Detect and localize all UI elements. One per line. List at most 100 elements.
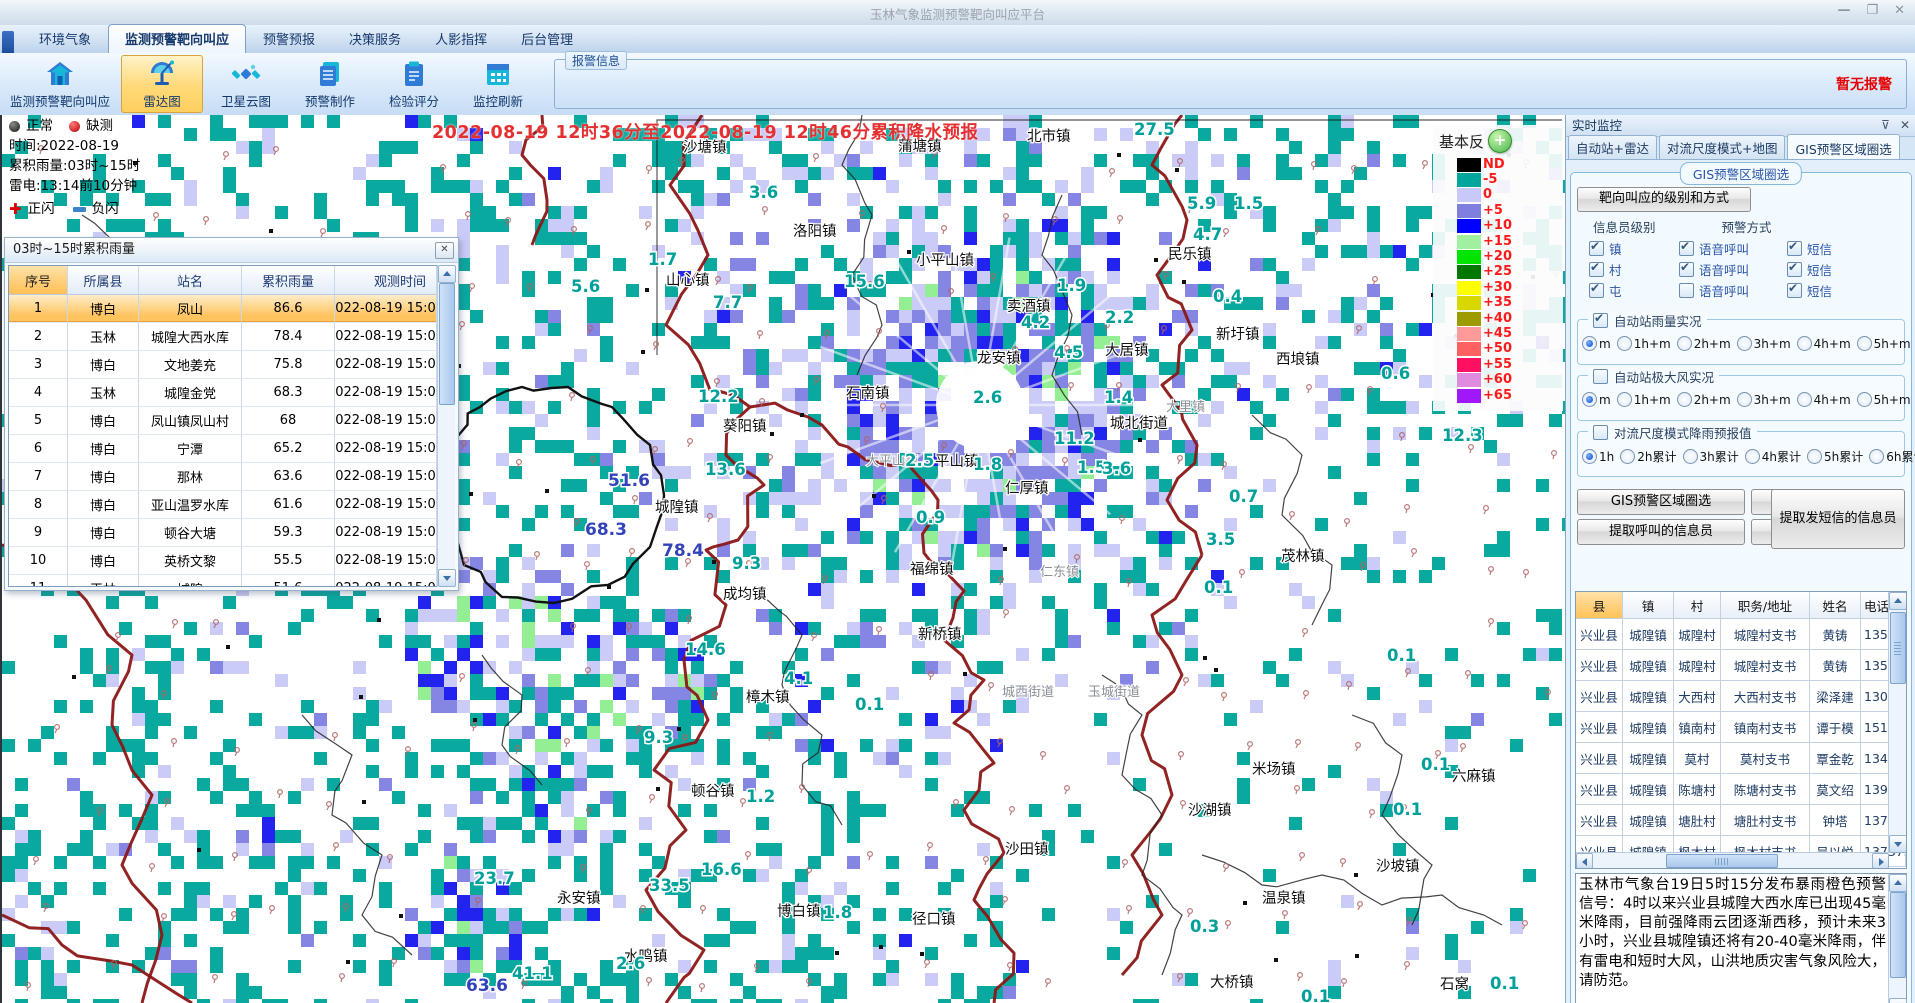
action-button-3[interactable]: 提取呼叫的信息员 — [1577, 519, 1745, 545]
toolbar-button-0[interactable]: 监测预警靶向叫应 — [1, 55, 119, 113]
voice-call-checkbox[interactable] — [1679, 283, 1694, 298]
radio-option[interactable]: m — [1582, 336, 1611, 351]
toolbar-button-4[interactable]: 检验评分 — [373, 55, 455, 113]
pin-icon[interactable]: ⊽ — [1881, 115, 1890, 136]
column-header[interactable]: 序号 — [9, 266, 68, 294]
message-scrollbar[interactable] — [1888, 874, 1906, 1003]
action-button-0[interactable]: GIS预警区域圈选 — [1577, 489, 1745, 515]
message-box[interactable]: 玉林市气象台19日5时15分发布暴雨橙色预警信号：4时以来兴业县城隍大西水库已出… — [1575, 873, 1907, 1003]
menu-tab-4[interactable]: 人影指挥 — [418, 24, 504, 53]
column-header[interactable]: 所属县 — [68, 266, 139, 294]
table-row[interactable]: 兴业县城隍镇塘肚村塘肚村支书钟塔137885534 — [1576, 805, 1906, 836]
radio-option[interactable]: 3h+m — [1737, 336, 1791, 351]
radio-option[interactable]: 6h累计 — [1869, 448, 1915, 465]
app-menu-stub[interactable] — [2, 31, 14, 53]
table-row[interactable]: 10博白英桥文黎55.52022-08-19 15:00 — [9, 547, 437, 575]
svg-text:4.7: 4.7 — [1193, 225, 1222, 244]
call-level-button[interactable]: 靶向叫应的级别和方式 — [1577, 187, 1751, 212]
toolbar-button-5[interactable]: 监控刷新 — [457, 55, 539, 113]
svg-text:4.2: 4.2 — [1021, 313, 1050, 332]
rain-table-scrollbar[interactable] — [437, 265, 455, 587]
table-cell: 63.6 — [242, 463, 335, 490]
table-row[interactable]: 兴业县城隍镇陈塘村陈塘村支书莫文绍139775796 — [1576, 774, 1906, 805]
group-checkbox[interactable] — [1593, 369, 1608, 384]
close-icon[interactable]: ✕ — [1900, 115, 1910, 136]
panel-tab-2[interactable]: GIS预警区域圈选 — [1787, 134, 1899, 161]
voice-call-checkbox[interactable] — [1679, 262, 1694, 277]
action-button-2[interactable]: 提取发短信的信息员 — [1771, 489, 1905, 549]
radio-option[interactable]: 2h+m — [1677, 336, 1731, 351]
panel-tab-0[interactable]: 自动站+雷达 — [1568, 135, 1657, 160]
group-checkbox[interactable] — [1593, 425, 1608, 440]
group-checkbox[interactable] — [1593, 313, 1608, 328]
legend-swatch — [1457, 158, 1481, 172]
table-row[interactable]: 1博白凤山86.62022-08-19 15:00 — [9, 295, 437, 323]
toolbar-button-1[interactable]: 雷达图 — [121, 55, 203, 113]
radio-option[interactable]: 4h+m — [1797, 336, 1851, 351]
panel-tab-1[interactable]: 对流尺度模式+地图 — [1659, 135, 1785, 160]
toolbar-button-2[interactable]: 卫星云图 — [205, 55, 287, 113]
radio-option[interactable]: 2h+m — [1677, 392, 1731, 407]
table-cell: 顿谷大塘 — [139, 519, 242, 546]
voice-call-checkbox[interactable] — [1679, 241, 1694, 256]
table-cell: 塘肚村支书 — [1721, 805, 1810, 835]
table-row[interactable]: 兴业县城隍镇莫村莫村支书覃金乾134575405 — [1576, 743, 1906, 774]
column-header[interactable]: 县 — [1576, 592, 1623, 618]
radio-option[interactable]: 4h累计 — [1745, 448, 1801, 465]
radio-option[interactable]: 1h — [1582, 449, 1614, 464]
table-row[interactable]: 8博白亚山温罗水库61.62022-08-19 15:00 — [9, 491, 437, 519]
column-header[interactable]: 观测时间 — [335, 266, 437, 294]
radio-option[interactable]: 3h累计 — [1683, 448, 1739, 465]
radar-map[interactable]: 27.5沙塘镇蒲塘镇北市镇3.65.91.5洛阳镇4.71.7山心镇小平山镇民乐… — [0, 115, 1567, 1003]
minimize-icon[interactable]: — — [1837, 3, 1850, 18]
table-row[interactable]: 兴业县城隍镇城隍村城隍村支书黄铸135176975 — [1576, 619, 1906, 650]
close-icon[interactable]: ✕ — [1894, 3, 1905, 18]
column-header[interactable]: 职务/地址 — [1721, 592, 1810, 618]
table-row[interactable]: 5博白凤山镇凤山村682022-08-19 15:00 — [9, 407, 437, 435]
menu-tab-5[interactable]: 后台管理 — [504, 24, 590, 53]
radio-option[interactable]: 3h+m — [1737, 392, 1791, 407]
level-checkbox[interactable] — [1589, 241, 1604, 256]
table-row[interactable]: 6博白宁潭65.22022-08-19 15:00 — [9, 435, 437, 463]
column-header[interactable]: 站名 — [139, 266, 242, 294]
column-header[interactable]: 镇 — [1623, 592, 1674, 618]
radio-option[interactable]: 5h累计 — [1807, 448, 1863, 465]
radio-option[interactable]: 1h+m — [1617, 336, 1671, 351]
sms-checkbox[interactable] — [1787, 241, 1802, 256]
table-cell: 大西村 — [1674, 681, 1721, 711]
column-header[interactable]: 村 — [1674, 592, 1721, 618]
svg-text:2.2: 2.2 — [1105, 308, 1134, 327]
table-row[interactable]: 兴业县城隍镇镇南村镇南村支书谭于模151775946 — [1576, 712, 1906, 743]
contact-table-vscrollbar[interactable] — [1888, 592, 1906, 853]
level-checkbox[interactable] — [1589, 262, 1604, 277]
radio-option[interactable]: 2h累计 — [1620, 448, 1676, 465]
column-header[interactable]: 累积雨量 — [242, 266, 335, 294]
menu-tab-1[interactable]: 监测预警靶向叫应 — [108, 24, 246, 53]
sms-checkbox[interactable] — [1787, 262, 1802, 277]
radio-option[interactable]: m — [1582, 392, 1611, 407]
radio-option[interactable]: 1h+m — [1617, 392, 1671, 407]
table-row[interactable]: 9博白顿谷大塘59.32022-08-19 15:00 — [9, 519, 437, 547]
column-header[interactable]: 姓名 — [1810, 592, 1861, 618]
zoom-plus-icon[interactable]: + — [1488, 129, 1512, 153]
table-row[interactable]: 3博白文地姜充75.82022-08-19 15:00 — [9, 351, 437, 379]
toolbar-button-3[interactable]: 预警制作 — [289, 55, 371, 113]
close-icon[interactable]: ✕ — [435, 242, 454, 259]
rain-table-title[interactable]: 03时~15时累积雨量 ✕ — [5, 238, 458, 263]
level-checkbox[interactable] — [1589, 283, 1604, 298]
table-row[interactable]: 2玉林城隍大西水库78.42022-08-19 15:00 — [9, 323, 437, 351]
menu-tab-0[interactable]: 环境气象 — [22, 24, 108, 53]
radio-option[interactable]: 4h+m — [1797, 392, 1851, 407]
menu-tab-2[interactable]: 预警预报 — [246, 24, 332, 53]
table-row[interactable]: 7博白那林63.62022-08-19 15:00 — [9, 463, 437, 491]
table-row[interactable]: 11玉林城隍51.62022-08-19 15:00 — [9, 575, 437, 587]
menu-tab-3[interactable]: 决策服务 — [332, 24, 418, 53]
restore-icon[interactable]: ❐ — [1866, 3, 1878, 18]
table-row[interactable]: 4玉林城隍金党68.32022-08-19 15:00 — [9, 379, 437, 407]
radio-option[interactable]: 5h+m — [1857, 336, 1911, 351]
table-row[interactable]: 兴业县城隍镇大西村大西村支书梁泽建130149571 — [1576, 681, 1906, 712]
sms-checkbox[interactable] — [1787, 283, 1802, 298]
table-row[interactable]: 兴业县城隍镇城隍村城隍村支书黄铸135176975 — [1576, 650, 1906, 681]
radio-option[interactable]: 5h+m — [1857, 392, 1911, 407]
contact-table-hscrollbar[interactable] — [1576, 852, 1889, 868]
